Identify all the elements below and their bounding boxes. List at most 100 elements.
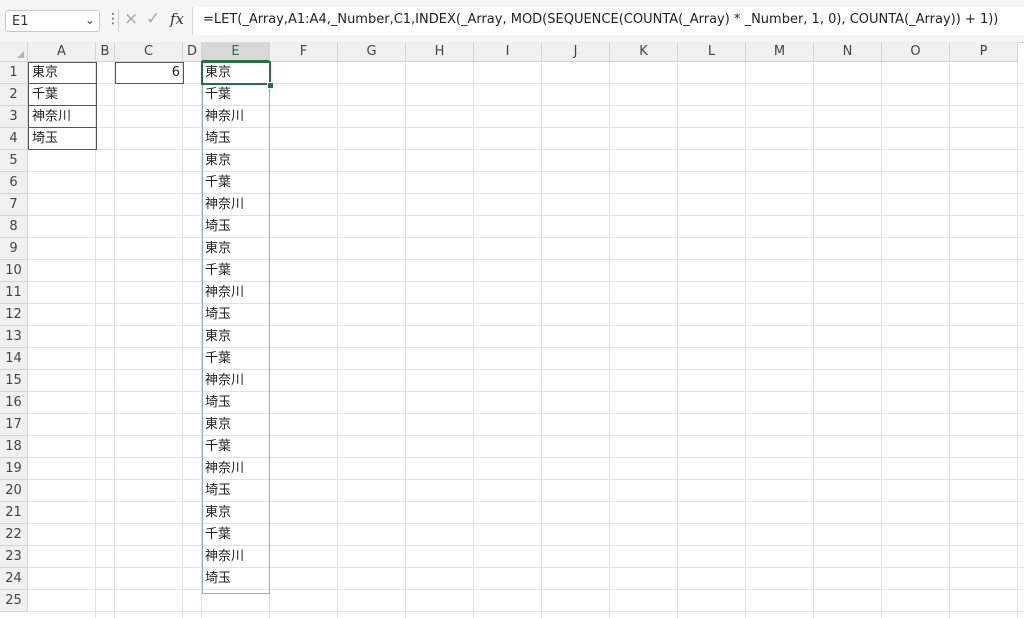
cell-a3[interactable]: 神奈川 (28, 105, 97, 128)
gridline-horizontal (28, 237, 1024, 238)
column-header-n[interactable]: N (814, 42, 882, 62)
cell-e7[interactable]: 神奈川 (202, 194, 270, 216)
cell-e5[interactable]: 東京 (202, 150, 270, 172)
gridline-horizontal (28, 611, 1024, 612)
cell-e24[interactable]: 埼玉 (202, 568, 270, 590)
row-header-25[interactable]: 25 (0, 590, 28, 612)
cell-e9[interactable]: 東京 (202, 238, 270, 260)
cell-e11[interactable]: 神奈川 (202, 282, 270, 304)
cell-e23[interactable]: 神奈川 (202, 546, 270, 568)
row-header-9[interactable]: 9 (0, 238, 28, 260)
column-header-m[interactable]: M (746, 42, 814, 62)
row-header-5[interactable]: 5 (0, 150, 28, 172)
row-header-7[interactable]: 7 (0, 194, 28, 216)
cell-e8[interactable]: 埼玉 (202, 216, 270, 238)
cell-a1[interactable]: 東京 (28, 62, 97, 84)
cell-e20[interactable]: 埼玉 (202, 480, 270, 502)
insert-function-icon[interactable]: fx (170, 10, 184, 28)
cell-a2[interactable]: 千葉 (28, 83, 97, 106)
row-header-17[interactable]: 17 (0, 414, 28, 436)
gridline-vertical (813, 62, 814, 618)
cell-a4[interactable]: 埼玉 (28, 127, 97, 150)
gridline-vertical (405, 62, 406, 618)
row-header-13[interactable]: 13 (0, 326, 28, 348)
row-header-12[interactable]: 12 (0, 304, 28, 326)
row-header-24[interactable]: 24 (0, 568, 28, 590)
row-header-4[interactable]: 4 (0, 128, 28, 150)
row-header-1[interactable]: 1 (0, 62, 28, 84)
row-header-22[interactable]: 22 (0, 524, 28, 546)
row-header-18[interactable]: 18 (0, 436, 28, 458)
gridline-horizontal (28, 347, 1024, 348)
column-header-h[interactable]: H (406, 42, 474, 62)
column-header-p[interactable]: P (950, 42, 1018, 62)
column-header-g[interactable]: G (338, 42, 406, 62)
column-header-f[interactable]: F (270, 42, 338, 62)
cell-e4[interactable]: 埼玉 (202, 128, 270, 150)
name-box[interactable]: E1 ⌄ (5, 10, 100, 32)
spreadsheet-grid[interactable]: A B C D E F G H I J K L M N O P 1 2 3 4 5 6 7 8 9 10 11 12 13 14 15 16 1… (0, 42, 1024, 618)
column-header-a[interactable]: A (28, 42, 96, 62)
gridline-horizontal (28, 369, 1024, 370)
row-header-16[interactable]: 16 (0, 392, 28, 414)
column-header-c[interactable]: C (115, 42, 183, 62)
row-header-20[interactable]: 20 (0, 480, 28, 502)
row-header-21[interactable]: 21 (0, 502, 28, 524)
name-box-value: E1 (12, 14, 29, 29)
column-header-j[interactable]: J (542, 42, 610, 62)
gridline-vertical (114, 62, 115, 618)
gridline-vertical (609, 62, 610, 618)
gridline-horizontal (28, 325, 1024, 326)
row-header-23[interactable]: 23 (0, 546, 28, 568)
cell-e2[interactable]: 千葉 (202, 84, 270, 106)
row-header-15[interactable]: 15 (0, 370, 28, 392)
row-header-2[interactable]: 2 (0, 84, 28, 106)
row-header-3[interactable]: 3 (0, 106, 28, 128)
cell-e3[interactable]: 神奈川 (202, 106, 270, 128)
gridline-vertical (745, 62, 746, 618)
column-header-d[interactable]: D (183, 42, 202, 62)
column-header-e[interactable]: E (202, 42, 270, 62)
gridline-horizontal (28, 105, 1024, 106)
cell-e16[interactable]: 埼玉 (202, 392, 270, 414)
row-header-8[interactable]: 8 (0, 216, 28, 238)
row-header-11[interactable]: 11 (0, 282, 28, 304)
cell-e17[interactable]: 東京 (202, 414, 270, 436)
cell-e18[interactable]: 千葉 (202, 436, 270, 458)
cell-e13[interactable]: 東京 (202, 326, 270, 348)
gridline-horizontal (28, 281, 1024, 282)
cell-e10[interactable]: 千葉 (202, 260, 270, 282)
cell-e6[interactable]: 千葉 (202, 172, 270, 194)
column-header-o[interactable]: O (882, 42, 950, 62)
cancel-icon[interactable]: × (124, 9, 138, 29)
cell-e14[interactable]: 千葉 (202, 348, 270, 370)
chevron-down-icon[interactable]: ⌄ (85, 13, 95, 27)
cell-c1[interactable]: 6 (115, 62, 184, 84)
cell-e12[interactable]: 埼玉 (202, 304, 270, 326)
gridline-vertical (881, 62, 882, 618)
cell-e22[interactable]: 千葉 (202, 524, 270, 546)
column-header-i[interactable]: I (474, 42, 542, 62)
select-all-corner[interactable] (0, 42, 28, 62)
row-header-6[interactable]: 6 (0, 172, 28, 194)
column-header-b[interactable]: B (96, 42, 115, 62)
gridline-horizontal (28, 567, 1024, 568)
formula-bar: E1 ⌄ ⋮ × ✓ fx =LET(_Array,A1:A4,_Number,… (0, 0, 1024, 43)
column-header-l[interactable]: L (678, 42, 746, 62)
row-header-19[interactable]: 19 (0, 458, 28, 480)
cell-e1[interactable]: 東京 (202, 62, 270, 84)
cell-e15[interactable]: 神奈川 (202, 370, 270, 392)
cell-e19[interactable]: 神奈川 (202, 458, 270, 480)
cell-e21[interactable]: 東京 (202, 502, 270, 524)
row-header-14[interactable]: 14 (0, 348, 28, 370)
gridline-horizontal (28, 589, 1024, 590)
gridline-horizontal (28, 457, 1024, 458)
gridline-horizontal (28, 215, 1024, 216)
enter-check-icon[interactable]: ✓ (146, 9, 160, 29)
gridline-horizontal (28, 259, 1024, 260)
row-header-10[interactable]: 10 (0, 260, 28, 282)
gridline-horizontal (28, 391, 1024, 392)
formula-input[interactable]: =LET(_Array,A1:A4,_Number,C1,INDEX(_Arra… (192, 7, 1024, 35)
gridline-horizontal (28, 435, 1024, 436)
column-header-k[interactable]: K (610, 42, 678, 62)
